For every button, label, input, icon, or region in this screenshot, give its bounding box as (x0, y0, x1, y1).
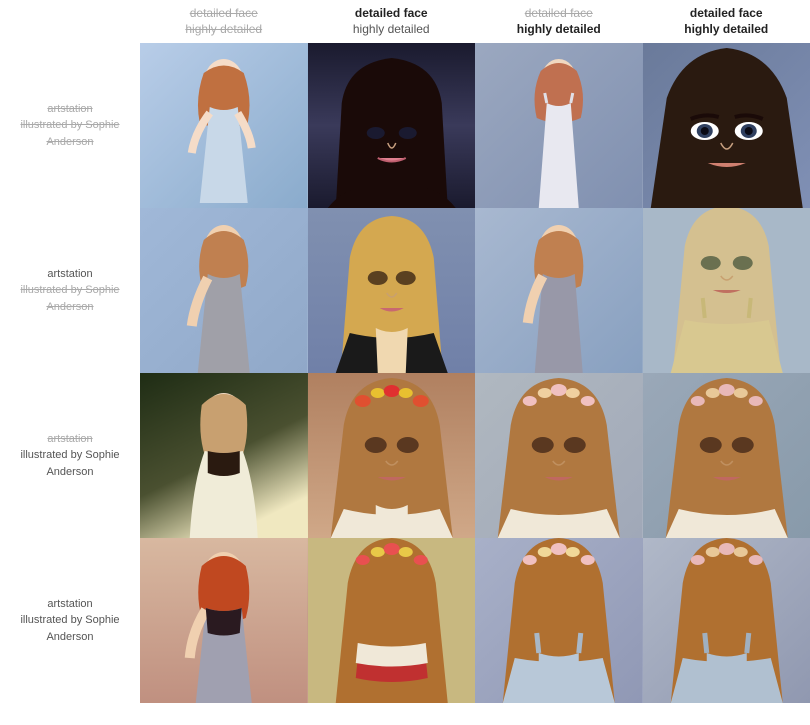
row3-label-artstation: artstation (47, 433, 92, 445)
image-row1-col4 (643, 43, 810, 208)
header-col2: detailed face highly detailed (308, 0, 476, 43)
image-row1-col3 (475, 43, 643, 208)
header-col1-line1: detailed face (190, 6, 258, 22)
header-col2-line2: highly detailed (353, 22, 430, 38)
header-col4-line2: highly detailed (684, 22, 768, 38)
image-row2-col3 (475, 208, 643, 373)
row1-label-illustrated: illustrated by Sophie (20, 119, 119, 131)
image-row3-col1 (140, 373, 308, 538)
header-col1: detailed face highly detailed (140, 0, 308, 43)
row-label-3: artstation illustrated by Sophie Anderso… (0, 373, 140, 538)
row2-label-anderson: Anderson (46, 301, 93, 313)
row3-label-illustrated: illustrated by Sophie (20, 449, 119, 461)
row4-label-anderson: Anderson (46, 631, 93, 643)
image-row4-col1 (140, 538, 308, 703)
image-row2-col1 (140, 208, 308, 373)
header-col1-line2: highly detailed (185, 22, 262, 38)
image-row1-col1 (140, 43, 308, 208)
row2-label-artstation: artstation (47, 268, 92, 280)
main-grid: detailed face highly detailed detailed f… (0, 0, 810, 725)
image-row2-col2 (308, 208, 476, 373)
image-row4-col4 (643, 538, 810, 703)
header-col3-line1: detailed face (525, 6, 593, 22)
row3-label-anderson: Anderson (46, 466, 93, 478)
row1-label-anderson: Anderson (46, 136, 93, 148)
row-label-4: artstation illustrated by Sophie Anderso… (0, 538, 140, 703)
image-row3-col3 (475, 373, 643, 538)
row1-label-artstation: artstation (47, 103, 92, 115)
header-corner (0, 0, 140, 43)
image-row2-col4 (643, 208, 810, 373)
image-row4-col3 (475, 538, 643, 703)
row-label-1: artstation illustrated by Sophie Anderso… (0, 43, 140, 208)
row-label-2: artstation illustrated by Sophie Anderso… (0, 208, 140, 373)
header-col4-line1: detailed face (690, 6, 763, 22)
image-row3-col2 (308, 373, 476, 538)
header-col3-line2: highly detailed (517, 22, 601, 38)
image-row4-col2 (308, 538, 476, 703)
header-col3: detailed face highly detailed (475, 0, 643, 43)
image-row3-col4 (643, 373, 810, 538)
row4-label-illustrated: illustrated by Sophie (20, 614, 119, 626)
row4-label-artstation: artstation (47, 598, 92, 610)
image-row1-col2 (308, 43, 476, 208)
row2-label-illustrated: illustrated by Sophie (20, 284, 119, 296)
header-col2-line1: detailed face (355, 6, 428, 22)
header-col4: detailed face highly detailed (643, 0, 810, 43)
